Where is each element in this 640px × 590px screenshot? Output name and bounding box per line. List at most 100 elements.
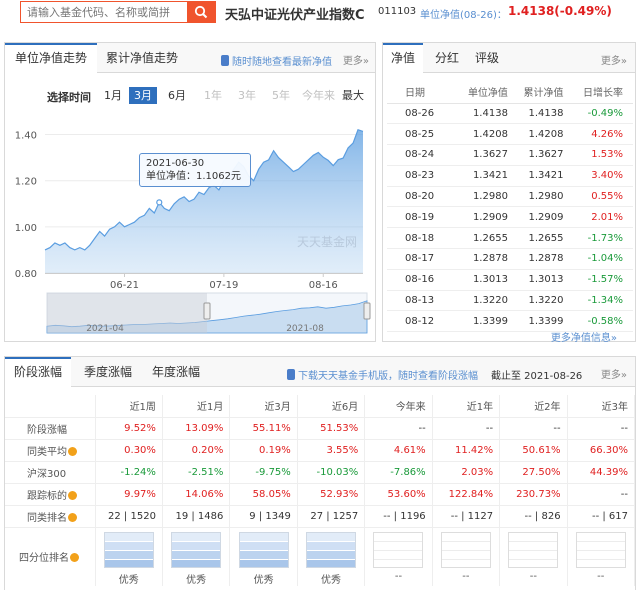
tab-unit-nav-trend[interactable]: 单位净值走势 <box>5 43 97 74</box>
stage-value: -- | 826 <box>499 504 568 527</box>
nav-chart[interactable]: 0.80 1.00 1.20 1.40 06-21 07-19 08-16 2021-04 20… <box>5 113 375 341</box>
navigator-handle-right <box>363 302 371 320</box>
quartile-segment <box>104 550 153 560</box>
stage-value: 53.60% <box>364 482 433 505</box>
tab-annual-returns[interactable]: 年度涨幅 <box>141 357 211 387</box>
help-icon[interactable] <box>70 553 79 562</box>
stage-value: 55.11% <box>229 416 298 439</box>
chart-tabs: 单位净值走势 累计净值走势 随时随地查看最新净值 更多» <box>5 43 375 74</box>
range-ytd: 今年来 <box>302 89 335 102</box>
nav-date: 08-18 <box>387 227 453 250</box>
quartile-segment <box>441 559 490 567</box>
tooltip-value: 单位净值：1.1062元 <box>146 171 241 182</box>
stage-value: 14.06% <box>162 482 231 505</box>
nav-growth: -1.04% <box>563 248 633 270</box>
nav-more-link[interactable]: 更多» <box>601 52 627 67</box>
x-tick-label: 06-21 <box>110 280 139 291</box>
stage-value: 0.20% <box>162 438 231 461</box>
quartile-cell: -- <box>499 526 568 586</box>
row-label: 阶段涨幅 <box>5 416 96 439</box>
quartile-gauge <box>103 531 154 568</box>
tab-nav[interactable]: 净值 <box>383 43 423 74</box>
nav-date: 08-12 <box>387 310 453 333</box>
quartile-cell: 优秀 <box>297 526 366 586</box>
stage-value: 11.42% <box>432 438 501 461</box>
stage-col-header: 近2年 <box>499 395 568 417</box>
stage-value: 27.50% <box>499 460 568 483</box>
search-button[interactable] <box>187 2 215 22</box>
stage-value: -- <box>499 416 568 439</box>
y-tick-label: 1.20 <box>15 177 37 188</box>
stage-mobile-tip[interactable]: 下载天天基金手机版，随时查看阶段涨幅 <box>287 367 478 382</box>
tooltip-point <box>156 199 163 206</box>
tab-accum-nav-trend[interactable]: 累计净值走势 <box>97 43 187 73</box>
quartile-segment <box>441 550 490 560</box>
tooltip-date: 2021-06-30 <box>146 158 205 169</box>
stage-value: 0.30% <box>95 438 163 461</box>
nav-unit: 1.4208 <box>452 123 508 146</box>
stage-value: 66.30% <box>567 438 636 461</box>
navigator-label: 2021-04 <box>86 324 124 334</box>
tab-stage-returns[interactable]: 阶段涨幅 <box>5 357 71 388</box>
quartile-segment <box>239 559 288 567</box>
nav-date: 08-23 <box>387 165 453 187</box>
range-6m[interactable]: 6月 <box>163 87 191 104</box>
stage-col-header: 近3年 <box>567 395 636 417</box>
top-bar: 天弘中证光伏产业指数C 011103 单位净值(08-26)： 1.4138(-… <box>0 0 640 26</box>
quartile-gauge <box>306 531 357 568</box>
nav-tabs: 净值 分红 评级 更多» <box>383 43 635 74</box>
more-nav-info-link[interactable]: 更多净值信息» <box>551 329 617 344</box>
nav-date: 08-20 <box>387 186 453 208</box>
range-3m[interactable]: 3月 <box>129 87 157 104</box>
help-icon[interactable] <box>68 512 77 522</box>
nav-unit: 1.2878 <box>452 248 508 270</box>
nav-trend-panel: 单位净值走势 累计净值走势 随时随地查看最新净值 更多» 选择时间 1月 3月 … <box>4 42 376 342</box>
nav-accum: 1.3013 <box>507 269 564 291</box>
tab-quarterly-returns[interactable]: 季度涨幅 <box>73 357 143 387</box>
navigator-handle-left <box>203 302 211 320</box>
quartile-segment <box>172 559 221 567</box>
quartile-cell: 优秀 <box>95 526 163 586</box>
nav-date: 08-16 <box>387 269 453 291</box>
stage-value: 19 | 1486 <box>162 504 231 527</box>
nav-unit: 1.2980 <box>452 186 508 208</box>
quartile-label: -- <box>529 570 537 582</box>
quartile-segment <box>104 532 153 542</box>
range-1m[interactable]: 1月 <box>99 87 127 104</box>
quartile-gauge <box>575 531 626 568</box>
stage-value: -- | 1127 <box>432 504 501 527</box>
row-label-text: 阶段涨幅 <box>27 424 67 436</box>
range-max[interactable]: 最大 <box>337 87 369 104</box>
stage-value: 27 | 1257 <box>297 504 366 527</box>
watermark: 天天基金网 <box>297 235 358 249</box>
navigator-mask <box>47 293 207 333</box>
nav-growth: -1.73% <box>563 227 633 250</box>
search-icon <box>194 5 208 19</box>
help-icon[interactable] <box>68 490 77 500</box>
nav-date: 08-26 <box>387 103 453 125</box>
nav-unit: 1.2655 <box>452 227 508 250</box>
nav-unit: 1.4138 <box>452 103 508 125</box>
search-input[interactable] <box>21 2 185 22</box>
nav-unit: 1.2909 <box>452 206 508 229</box>
col-date: 日期 <box>387 81 453 104</box>
help-icon[interactable] <box>68 446 77 456</box>
tab-rating[interactable]: 评级 <box>467 43 507 73</box>
stage-more-link[interactable]: 更多» <box>601 366 627 381</box>
stage-value: -- <box>567 482 636 505</box>
phone-icon <box>221 55 229 66</box>
stage-value: -9.75% <box>229 460 298 483</box>
table-row: 同类排名 22 | 1520 19 | 1486 9 | 1349 27 | 1257-… <box>5 504 636 527</box>
stage-value: 22 | 1520 <box>95 504 163 527</box>
quartile-gauge <box>171 531 222 568</box>
x-tick-label: 07-19 <box>209 280 238 291</box>
quartile-label: 优秀 <box>253 574 274 586</box>
quartile-segment <box>172 541 221 551</box>
quartile-segment <box>576 541 625 551</box>
tab-dividend[interactable]: 分红 <box>427 43 467 73</box>
mobile-tip-link[interactable]: 随时随地查看最新净值 <box>221 53 332 68</box>
chart-more-link[interactable]: 更多» <box>343 52 369 67</box>
table-row: 08-25 1.4208 1.4208 4.26% <box>387 123 633 146</box>
quartile-gauge <box>508 531 559 568</box>
fund-code: 011103 <box>378 6 417 17</box>
